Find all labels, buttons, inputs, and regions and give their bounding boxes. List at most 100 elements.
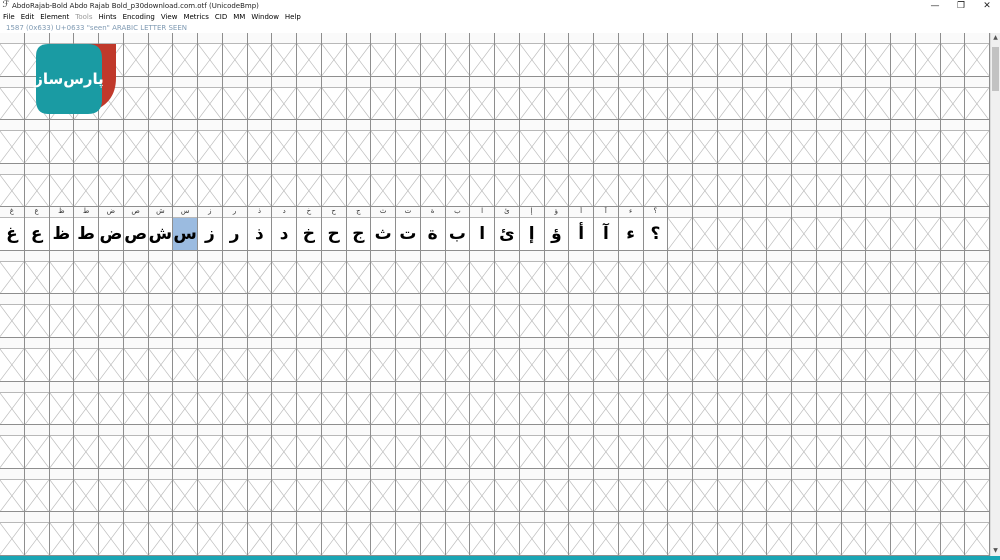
glyph-cell[interactable] [297, 468, 322, 513]
glyph-cell[interactable] [0, 338, 25, 382]
glyph-cell[interactable] [247, 468, 273, 513]
glyph-cell[interactable] [346, 468, 372, 513]
glyph-cell[interactable] [346, 120, 372, 164]
glyph-cell[interactable] [272, 76, 297, 121]
glyph-cell[interactable] [371, 468, 396, 513]
glyph-cell[interactable] [569, 250, 594, 295]
scroll-up-icon[interactable]: ▲ [991, 33, 1000, 43]
glyph-cell[interactable] [816, 512, 842, 556]
glyph-cell[interactable] [767, 163, 792, 208]
glyph-cell[interactable] [272, 294, 297, 339]
glyph-cell[interactable] [767, 425, 792, 469]
glyph-cell[interactable] [569, 512, 594, 556]
glyph-cell[interactable] [668, 76, 693, 121]
glyph-cell[interactable] [321, 120, 347, 164]
glyph-cell[interactable] [371, 425, 396, 469]
glyph-cell[interactable] [940, 207, 966, 251]
glyph-cell[interactable] [792, 163, 817, 208]
glyph-cell[interactable] [891, 468, 916, 513]
glyph-cell[interactable]: دد [272, 207, 297, 251]
glyph-cell[interactable] [321, 468, 347, 513]
glyph-cell[interactable] [0, 425, 25, 469]
glyph-cell[interactable] [841, 33, 867, 77]
glyph-cell[interactable] [420, 120, 446, 164]
glyph-cell[interactable] [816, 294, 842, 339]
glyph-cell[interactable] [816, 76, 842, 121]
glyph-cell[interactable] [717, 468, 743, 513]
glyph-cell[interactable] [173, 338, 198, 382]
glyph-cell[interactable] [346, 163, 372, 208]
glyph-cell[interactable] [346, 512, 372, 556]
glyph-cell[interactable] [247, 381, 273, 426]
glyph-cell[interactable] [123, 338, 149, 382]
glyph-cell[interactable] [816, 120, 842, 164]
glyph-cell[interactable] [74, 512, 99, 556]
glyph-cell[interactable] [792, 425, 817, 469]
glyph-cell[interactable] [346, 425, 372, 469]
glyph-cell[interactable] [396, 468, 421, 513]
glyph-cell[interactable] [123, 425, 149, 469]
glyph-cell[interactable]: ذذ [247, 207, 273, 251]
glyph-cell[interactable] [346, 76, 372, 121]
glyph-cell[interactable] [965, 381, 990, 426]
glyph-cell[interactable] [643, 425, 669, 469]
glyph-cell[interactable] [24, 425, 50, 469]
glyph-cell[interactable] [272, 381, 297, 426]
glyph-cell[interactable] [569, 381, 594, 426]
glyph-cell[interactable] [965, 207, 990, 251]
glyph-cell[interactable] [693, 76, 718, 121]
vertical-scrollbar[interactable]: ▲ ▼ [990, 33, 1000, 556]
glyph-cell[interactable] [99, 163, 124, 208]
glyph-cell[interactable] [247, 338, 273, 382]
glyph-cell[interactable] [841, 381, 867, 426]
glyph-cell[interactable] [915, 163, 941, 208]
glyph-cell[interactable] [148, 163, 174, 208]
glyph-cell[interactable] [594, 76, 619, 121]
menu-edit[interactable]: Edit [21, 12, 35, 23]
glyph-cell[interactable]: طط [74, 207, 99, 251]
minimize-button[interactable]: — [922, 0, 948, 12]
glyph-cell[interactable] [519, 294, 545, 339]
glyph-cell[interactable] [693, 33, 718, 77]
glyph-cell[interactable] [24, 294, 50, 339]
glyph-cell[interactable] [965, 250, 990, 295]
glyph-cell[interactable] [693, 294, 718, 339]
glyph-cell[interactable] [420, 512, 446, 556]
glyph-cell[interactable] [371, 250, 396, 295]
glyph-cell[interactable] [445, 250, 471, 295]
glyph-cell[interactable] [965, 76, 990, 121]
glyph-cell[interactable]: رر [222, 207, 248, 251]
glyph-cell[interactable] [717, 294, 743, 339]
glyph-cell[interactable] [965, 163, 990, 208]
glyph-cell[interactable] [569, 338, 594, 382]
glyph-cell[interactable] [470, 163, 495, 208]
glyph-cell[interactable] [891, 207, 916, 251]
glyph-cell[interactable] [841, 250, 867, 295]
glyph-cell[interactable] [445, 76, 471, 121]
glyph-cell[interactable] [198, 120, 223, 164]
glyph-cell[interactable] [495, 76, 520, 121]
glyph-cell[interactable] [594, 338, 619, 382]
glyph-cell[interactable] [816, 338, 842, 382]
glyph-cell[interactable] [346, 338, 372, 382]
glyph-cell[interactable] [222, 250, 248, 295]
glyph-cell[interactable] [148, 76, 174, 121]
glyph-cell[interactable] [148, 468, 174, 513]
glyph-cell[interactable]: تت [396, 207, 421, 251]
glyph-cell[interactable] [198, 468, 223, 513]
glyph-cell[interactable] [841, 163, 867, 208]
glyph-cell[interactable] [569, 163, 594, 208]
glyph-cell[interactable] [594, 381, 619, 426]
glyph-cell[interactable] [148, 512, 174, 556]
glyph-cell[interactable] [198, 76, 223, 121]
glyph-cell[interactable] [272, 468, 297, 513]
glyph-cell[interactable] [866, 76, 891, 121]
glyph-cell[interactable] [346, 294, 372, 339]
glyph-cell[interactable] [445, 338, 471, 382]
glyph-cell[interactable] [767, 294, 792, 339]
glyph-cell[interactable] [742, 207, 768, 251]
glyph-cell[interactable] [915, 512, 941, 556]
glyph-cell[interactable] [470, 250, 495, 295]
glyph-cell[interactable] [222, 381, 248, 426]
glyph-cell[interactable] [915, 425, 941, 469]
